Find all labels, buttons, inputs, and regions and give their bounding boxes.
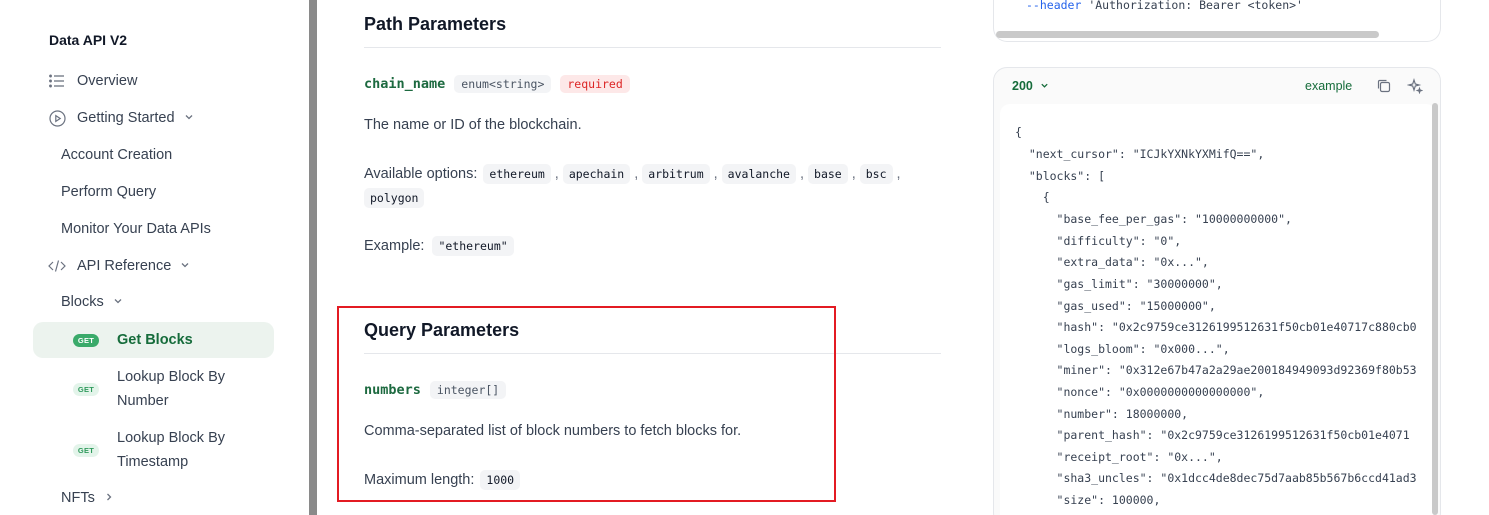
json-line: "parent_hash": "0x2c9759ce3126199512631f… bbox=[1015, 428, 1410, 442]
json-line: "logs_bloom": "0x000...", bbox=[1015, 342, 1230, 356]
sidebar-item-label: API Reference bbox=[77, 258, 172, 274]
example-label: Example: bbox=[364, 238, 425, 254]
sidebar-item-perform-query[interactable]: Perform Query bbox=[61, 180, 156, 204]
option-value: apechain bbox=[562, 164, 631, 184]
json-line: "gas_used": "15000000", bbox=[1015, 299, 1216, 313]
highlight-box bbox=[337, 306, 836, 502]
sidebar-item-nfts[interactable]: NFTs bbox=[61, 490, 114, 506]
chevron-right-icon bbox=[104, 492, 114, 505]
sidebar-scroll-divider[interactable] bbox=[309, 0, 317, 515]
required-badge: required bbox=[560, 75, 630, 93]
option-value: polygon bbox=[364, 188, 425, 208]
available-options: Available options: ethereum, apechain, a… bbox=[364, 164, 901, 184]
options-label: Available options: bbox=[364, 166, 478, 182]
json-line: "number": 18000000, bbox=[1015, 407, 1189, 421]
sidebar-item-label: NFTs bbox=[61, 490, 95, 506]
divider bbox=[364, 47, 941, 48]
json-line: "sha3_uncles": "0x1dcc4de8dec75d7aab85b5… bbox=[1015, 471, 1417, 485]
example-row: Example: "ethereum" bbox=[364, 236, 514, 256]
response-panel: 200 example bbox=[993, 67, 1441, 515]
example-value: "ethereum" bbox=[432, 236, 514, 256]
get-method-badge: GET bbox=[73, 444, 99, 457]
request-code-line: --header 'Authorization: Bearer <token>' bbox=[1026, 0, 1303, 12]
sidebar-item-getting-started[interactable]: Getting Started bbox=[48, 109, 194, 127]
play-circle-icon bbox=[48, 109, 66, 127]
json-line: "miner": "0x312e67b47a2a29ae200184949093… bbox=[1015, 363, 1417, 377]
json-line: { bbox=[1015, 190, 1050, 204]
sidebar-item-api-reference[interactable]: API Reference bbox=[48, 257, 190, 275]
json-line: "difficulty": "0", bbox=[1015, 234, 1182, 248]
option-value: arbitrum bbox=[642, 164, 710, 184]
vertical-scrollbar[interactable] bbox=[1432, 103, 1438, 515]
json-line: "size": 100000, bbox=[1015, 493, 1161, 507]
json-line: "gas_limit": "30000000", bbox=[1015, 277, 1223, 291]
option-value: bsc bbox=[859, 164, 893, 184]
sidebar-item-overview[interactable]: Overview bbox=[48, 72, 137, 90]
status-code: 200 bbox=[1012, 79, 1033, 93]
response-header: 200 example bbox=[994, 68, 1440, 104]
sidebar-item-get-blocks[interactable]: Get Blocks bbox=[117, 328, 193, 352]
get-method-badge: GET bbox=[73, 383, 99, 396]
option-value: base bbox=[808, 164, 848, 184]
path-parameters-heading: Path Parameters bbox=[364, 14, 507, 34]
sparkle-icon[interactable] bbox=[1406, 78, 1424, 95]
json-line: "hash": "0x2c9759ce3126199512631f50cb01e… bbox=[1015, 320, 1417, 334]
chevron-down-icon bbox=[1040, 79, 1049, 93]
json-line: "receipt_root": "0x...", bbox=[1015, 450, 1223, 464]
chevron-down-icon bbox=[180, 260, 190, 273]
header-flag: --header bbox=[1026, 0, 1082, 12]
json-line: "next_cursor": "ICJkYXNkYXMifQ==", bbox=[1015, 147, 1265, 161]
get-method-badge: GET bbox=[73, 334, 99, 347]
sidebar-item-lookup-by-timestamp[interactable]: Lookup Block By Timestamp bbox=[117, 426, 257, 474]
json-line: "base_fee_per_gas": "10000000000", bbox=[1015, 212, 1292, 226]
sidebar-item-lookup-by-number[interactable]: Lookup Block By Number bbox=[117, 365, 257, 413]
json-line: { bbox=[1015, 125, 1022, 139]
example-dropdown[interactable]: example bbox=[1305, 79, 1352, 93]
param-description: The name or ID of the blockchain. bbox=[364, 117, 582, 133]
json-line: "blocks": [ bbox=[1015, 169, 1106, 183]
option-value: avalanche bbox=[721, 164, 796, 184]
status-code-select[interactable]: 200 bbox=[1012, 79, 1049, 93]
copy-icon[interactable] bbox=[1376, 78, 1392, 94]
option-value: ethereum bbox=[483, 164, 551, 184]
param-name: chain_name bbox=[364, 76, 446, 92]
json-line: "extra_data": "0x...", bbox=[1015, 255, 1209, 269]
chevron-down-icon bbox=[184, 112, 194, 125]
sidebar-item-monitor[interactable]: Monitor Your Data APIs bbox=[61, 217, 211, 241]
horizontal-scrollbar[interactable] bbox=[996, 31, 1379, 38]
sidebar: Data API V2 Overview Getting Started Acc… bbox=[0, 0, 309, 515]
sidebar-item-label: Getting Started bbox=[77, 110, 175, 126]
header-value: 'Authorization: Bearer <token>' bbox=[1088, 0, 1303, 12]
sidebar-title: Data API V2 bbox=[49, 32, 128, 48]
sidebar-item-label: Blocks bbox=[61, 294, 104, 310]
list-icon bbox=[48, 72, 66, 90]
param-type-badge: enum<string> bbox=[454, 75, 552, 93]
param-chain-name-row: chain_name enum<string> required bbox=[364, 75, 630, 93]
sidebar-item-account-creation[interactable]: Account Creation bbox=[61, 143, 172, 167]
code-icon bbox=[48, 257, 66, 275]
available-options-wrap: polygon bbox=[364, 188, 425, 208]
chevron-down-icon bbox=[113, 296, 123, 309]
sidebar-item-blocks[interactable]: Blocks bbox=[61, 294, 123, 310]
json-line: "nonce": "0x0000000000000000", bbox=[1015, 385, 1265, 399]
sidebar-item-label: Overview bbox=[77, 73, 138, 89]
